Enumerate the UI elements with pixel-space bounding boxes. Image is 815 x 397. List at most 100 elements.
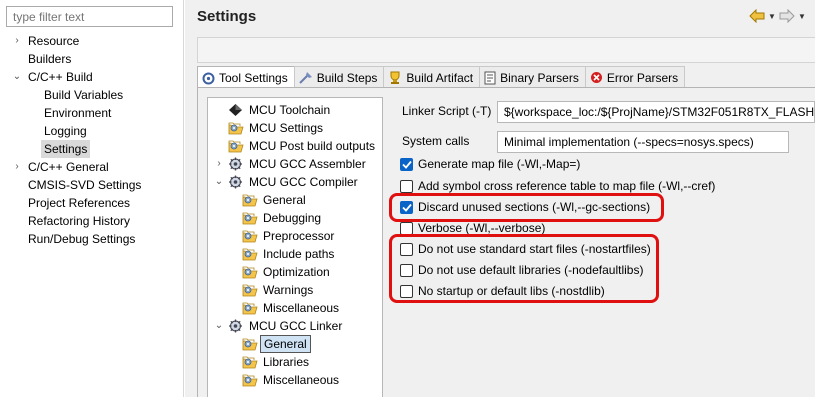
tree-item-optimization[interactable]: Optimization <box>228 263 382 281</box>
tree-item-label: MCU GCC Compiler <box>249 175 358 189</box>
chevron-right-icon[interactable]: › <box>11 32 23 50</box>
tab-binary-parsers[interactable]: Binary Parsers <box>479 66 586 88</box>
chevron-down-icon[interactable]: ⌄ <box>214 317 224 335</box>
configuration-area <box>197 37 815 63</box>
option-label: Add symbol cross reference table to map … <box>418 179 716 193</box>
linker-script-input[interactable]: ${workspace_loc:/${ProjName}/STM32F051R8… <box>497 101 815 123</box>
tree-item-label: Debugging <box>263 211 322 225</box>
checkbox-generate-map-file[interactable] <box>400 157 413 171</box>
tool-tree: MCU Toolchain MCU Settings MCU Post build … <box>207 97 383 397</box>
nav-item-label: Environment <box>44 106 112 120</box>
tree-item-label: Optimization <box>263 265 330 279</box>
chevron-right-icon[interactable]: › <box>11 158 23 176</box>
nav-item-run-debug-settings[interactable]: Run/Debug Settings <box>0 230 184 248</box>
tree-item-include-paths[interactable]: Include paths <box>228 245 382 263</box>
folder-gear-icon <box>242 265 258 279</box>
chevron-down-icon[interactable]: ⌄ <box>214 173 224 191</box>
checkmark-icon <box>401 160 412 169</box>
tab-label: Tool Settings <box>219 71 288 85</box>
tree-item-label: General <box>263 193 306 207</box>
nav-item-resource[interactable]: › Resource <box>0 32 184 50</box>
nav-item-cpp-general[interactable]: › C/C++ General <box>0 158 184 176</box>
tree-item-label: Preprocessor <box>263 229 335 243</box>
gear-icon <box>228 157 243 171</box>
chevron-down-icon[interactable]: ▼ <box>797 8 807 24</box>
gear-icon <box>228 175 243 189</box>
tree-item-mcu-settings[interactable]: MCU Settings <box>214 119 382 137</box>
chevron-down-icon[interactable]: ▼ <box>767 8 777 24</box>
toolchain-icon <box>228 103 243 117</box>
nav-item-environment[interactable]: Environment <box>0 104 184 122</box>
folder-gear-icon <box>242 229 258 243</box>
folder-gear-icon <box>242 301 258 315</box>
gear-icon <box>228 319 243 333</box>
nav-item-label: Settings <box>41 140 91 158</box>
nav-item-label: CMSIS-SVD Settings <box>28 178 142 192</box>
nav-item-label: Project References <box>28 196 131 210</box>
tab-tool-settings[interactable]: Tool Settings <box>197 66 295 89</box>
tree-item-general[interactable]: General <box>228 335 382 353</box>
filter-input[interactable] <box>6 6 173 27</box>
tab-error-parsers[interactable]: Error Parsers <box>584 66 686 88</box>
tree-item-miscellaneous[interactable]: Miscellaneous <box>228 371 382 389</box>
tree-item-mcu-toolchain[interactable]: MCU Toolchain <box>214 101 382 119</box>
highlight-startfile-options <box>389 234 659 303</box>
option-label: Generate map file (-Wl,-Map=) <box>418 157 581 171</box>
nav-item-label: Run/Debug Settings <box>28 232 136 246</box>
error-parsers-icon <box>590 72 602 83</box>
build-artifact-icon <box>390 71 400 84</box>
folder-gear-icon <box>242 283 258 297</box>
tree-item-mcu-gcc-linker[interactable]: ⌄ MCU GCC Linker <box>214 317 382 335</box>
system-calls-select[interactable]: Minimal implementation (--specs=nosys.sp… <box>497 131 789 153</box>
tree-item-debugging[interactable]: Debugging <box>228 209 382 227</box>
tree-item-mcu-post-build-outputs[interactable]: MCU Post build outputs <box>214 137 382 155</box>
build-steps-icon <box>299 72 312 84</box>
tree-item-general[interactable]: General <box>228 191 382 209</box>
tab-label: Error Parsers <box>606 70 679 85</box>
tree-item-mcu-gcc-compiler[interactable]: ⌄ MCU GCC Compiler <box>214 173 382 191</box>
tab-label: Binary Parsers <box>500 70 579 85</box>
tree-item-label: MCU GCC Assembler <box>249 157 366 171</box>
tree-item-miscellaneous[interactable]: Miscellaneous <box>228 299 382 317</box>
tree-item-label: Miscellaneous <box>263 301 340 315</box>
tree-item-label: General <box>260 335 311 353</box>
tree-item-label: Libraries <box>263 355 310 369</box>
nav-item-logging[interactable]: Logging <box>0 122 184 140</box>
page-title: Settings <box>197 8 257 25</box>
nav-item-label: Resource <box>28 34 80 48</box>
tree-item-label: Warnings <box>263 283 314 297</box>
checkbox-add-cross-reference[interactable] <box>400 179 413 193</box>
tab-build-steps[interactable]: Build Steps <box>293 66 385 88</box>
nav-item-builders[interactable]: Builders <box>0 50 184 68</box>
folder-gear-icon <box>228 121 244 135</box>
option-generate-map-file[interactable]: Generate map file (-Wl,-Map=) <box>400 155 580 173</box>
tab-label: Build Artifact <box>406 70 474 85</box>
nav-item-cmsis-svd-settings[interactable]: CMSIS-SVD Settings <box>0 176 184 194</box>
nav-item-cpp-build[interactable]: ⌄ C/C++ Build <box>0 68 184 86</box>
binary-parsers-icon <box>484 71 496 84</box>
folder-gear-icon <box>242 193 258 207</box>
checkbox-verbose[interactable] <box>400 221 413 235</box>
tree-item-preprocessor[interactable]: Preprocessor <box>228 227 382 245</box>
nav-item-settings[interactable]: Settings <box>0 140 184 158</box>
history-nav: ▼ ▼ <box>749 8 807 24</box>
chevron-right-icon[interactable]: › <box>214 155 224 173</box>
tree-item-warnings[interactable]: Warnings <box>228 281 382 299</box>
tab-label: Build Steps <box>316 70 378 85</box>
nav-item-label: Build Variables <box>44 88 124 102</box>
back-arrow-icon[interactable] <box>749 8 765 24</box>
linker-script-label: Linker Script (-T) <box>402 104 492 118</box>
tree-item-mcu-gcc-assembler[interactable]: › MCU GCC Assembler <box>214 155 382 173</box>
nav-item-label: C/C++ Build <box>28 70 93 84</box>
tree-item-libraries[interactable]: Libraries <box>228 353 382 371</box>
chevron-down-icon[interactable]: ⌄ <box>11 68 23 86</box>
folder-gear-icon <box>242 355 258 369</box>
tree-item-label: MCU Post build outputs <box>249 139 376 153</box>
folder-gear-icon <box>242 247 258 261</box>
tab-build-artifact[interactable]: Build Artifact <box>383 66 481 88</box>
nav-item-project-references[interactable]: Project References <box>0 194 184 212</box>
forward-arrow-icon[interactable] <box>779 8 795 24</box>
nav-item-build-variables[interactable]: Build Variables <box>0 86 184 104</box>
highlight-discard-unused-sections <box>389 193 664 222</box>
nav-item-refactoring-history[interactable]: Refactoring History <box>0 212 184 230</box>
